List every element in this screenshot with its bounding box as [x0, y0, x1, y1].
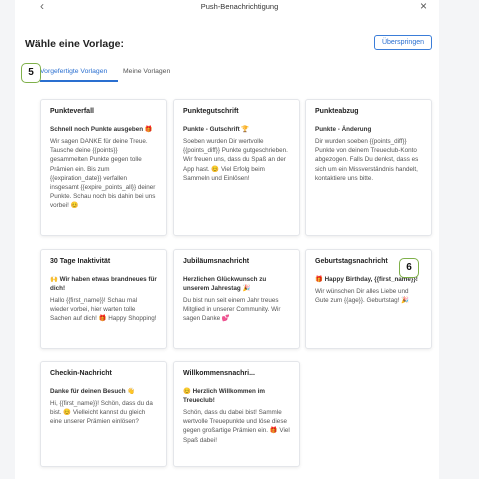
step-badge-6: 6	[399, 258, 419, 278]
card-body: Schön, dass du dabei bist! Sammle wertvo…	[183, 409, 290, 444]
template-card-punkteabzug[interactable]: Punkteabzug Punkte - Änderung Dir wurden…	[305, 99, 432, 236]
card-body: Wir wünschen Dir alles Liebe und Gute zu…	[315, 288, 409, 305]
card-body: Dir wurden soeben {{points_diff}} Punkte…	[315, 138, 419, 182]
card-body: Hallo {{first_name}}! Schau mal wieder v…	[50, 297, 157, 323]
step-badge-5: 5	[21, 63, 41, 83]
tab-predefined-templates[interactable]: Vorgefertigte Vorlagen	[40, 68, 107, 75]
background-strip	[439, 0, 479, 479]
card-title: Punkteabzug	[315, 108, 359, 115]
card-title: 30 Tage Inaktivität	[50, 258, 111, 265]
card-body: Wir sagen DANKE für deine Treue. Tausche…	[50, 138, 156, 210]
card-title: Punktegutschrift	[183, 108, 239, 115]
template-card-punktegutschrift[interactable]: Punktegutschrift Punkte - Gutschrift 🏆 S…	[173, 99, 300, 236]
card-subtitle: Punkte - Änderung	[315, 126, 372, 133]
template-card-punkteverfall[interactable]: Punkteverfall Schnell noch Punkte ausgeb…	[40, 99, 167, 236]
card-title: Punkteverfall	[50, 108, 94, 115]
card-subtitle: 😊 Herzlich Willkommen im Treueclub!	[183, 388, 265, 404]
card-title: Willkommensnachri...	[183, 370, 255, 377]
card-title: Jubiläumsnachricht	[183, 258, 250, 265]
page-heading: Wähle eine Vorlage:	[25, 38, 124, 50]
card-subtitle: Herzlichen Glückwunsch zu unserem Jahres…	[183, 276, 267, 292]
card-subtitle: Punkte - Gutschrift 🏆	[183, 126, 250, 133]
card-subtitle: Schnell noch Punkte ausgeben 🎁	[50, 126, 153, 133]
active-tab-indicator	[40, 80, 118, 82]
window-title: Push-Benachrichtigung	[200, 2, 279, 11]
card-body: Hi, {{first_name}}! Schön, dass du da bi…	[50, 400, 153, 426]
skip-button[interactable]: Überspringen	[374, 35, 432, 50]
card-body: Du bist nun seit einem Jahr treues Mitgl…	[183, 297, 281, 323]
close-icon[interactable]: ×	[420, 0, 427, 12]
tab-my-templates[interactable]: Meine Vorlagen	[123, 68, 170, 75]
template-card-jubilaeumsnachricht[interactable]: Jubiläumsnachricht Herzlichen Glückwunsc…	[173, 249, 300, 349]
template-card-checkin-nachricht[interactable]: Checkin-Nachricht Danke für deinen Besuc…	[40, 361, 167, 467]
template-card-30-tage-inaktivitaet[interactable]: 30 Tage Inaktivität 🙌 Wir haben etwas br…	[40, 249, 167, 349]
card-title: Checkin-Nachricht	[50, 370, 112, 377]
card-subtitle: Danke für deinen Besuch 👋	[50, 388, 136, 395]
template-card-willkommensnachricht[interactable]: Willkommensnachri... 😊 Herzlich Willkomm…	[173, 361, 300, 467]
card-body: Soeben wurden Dir wertvolle {{points_dif…	[183, 138, 288, 182]
card-subtitle: 🙌 Wir haben etwas brandneues für dich!	[50, 276, 157, 292]
